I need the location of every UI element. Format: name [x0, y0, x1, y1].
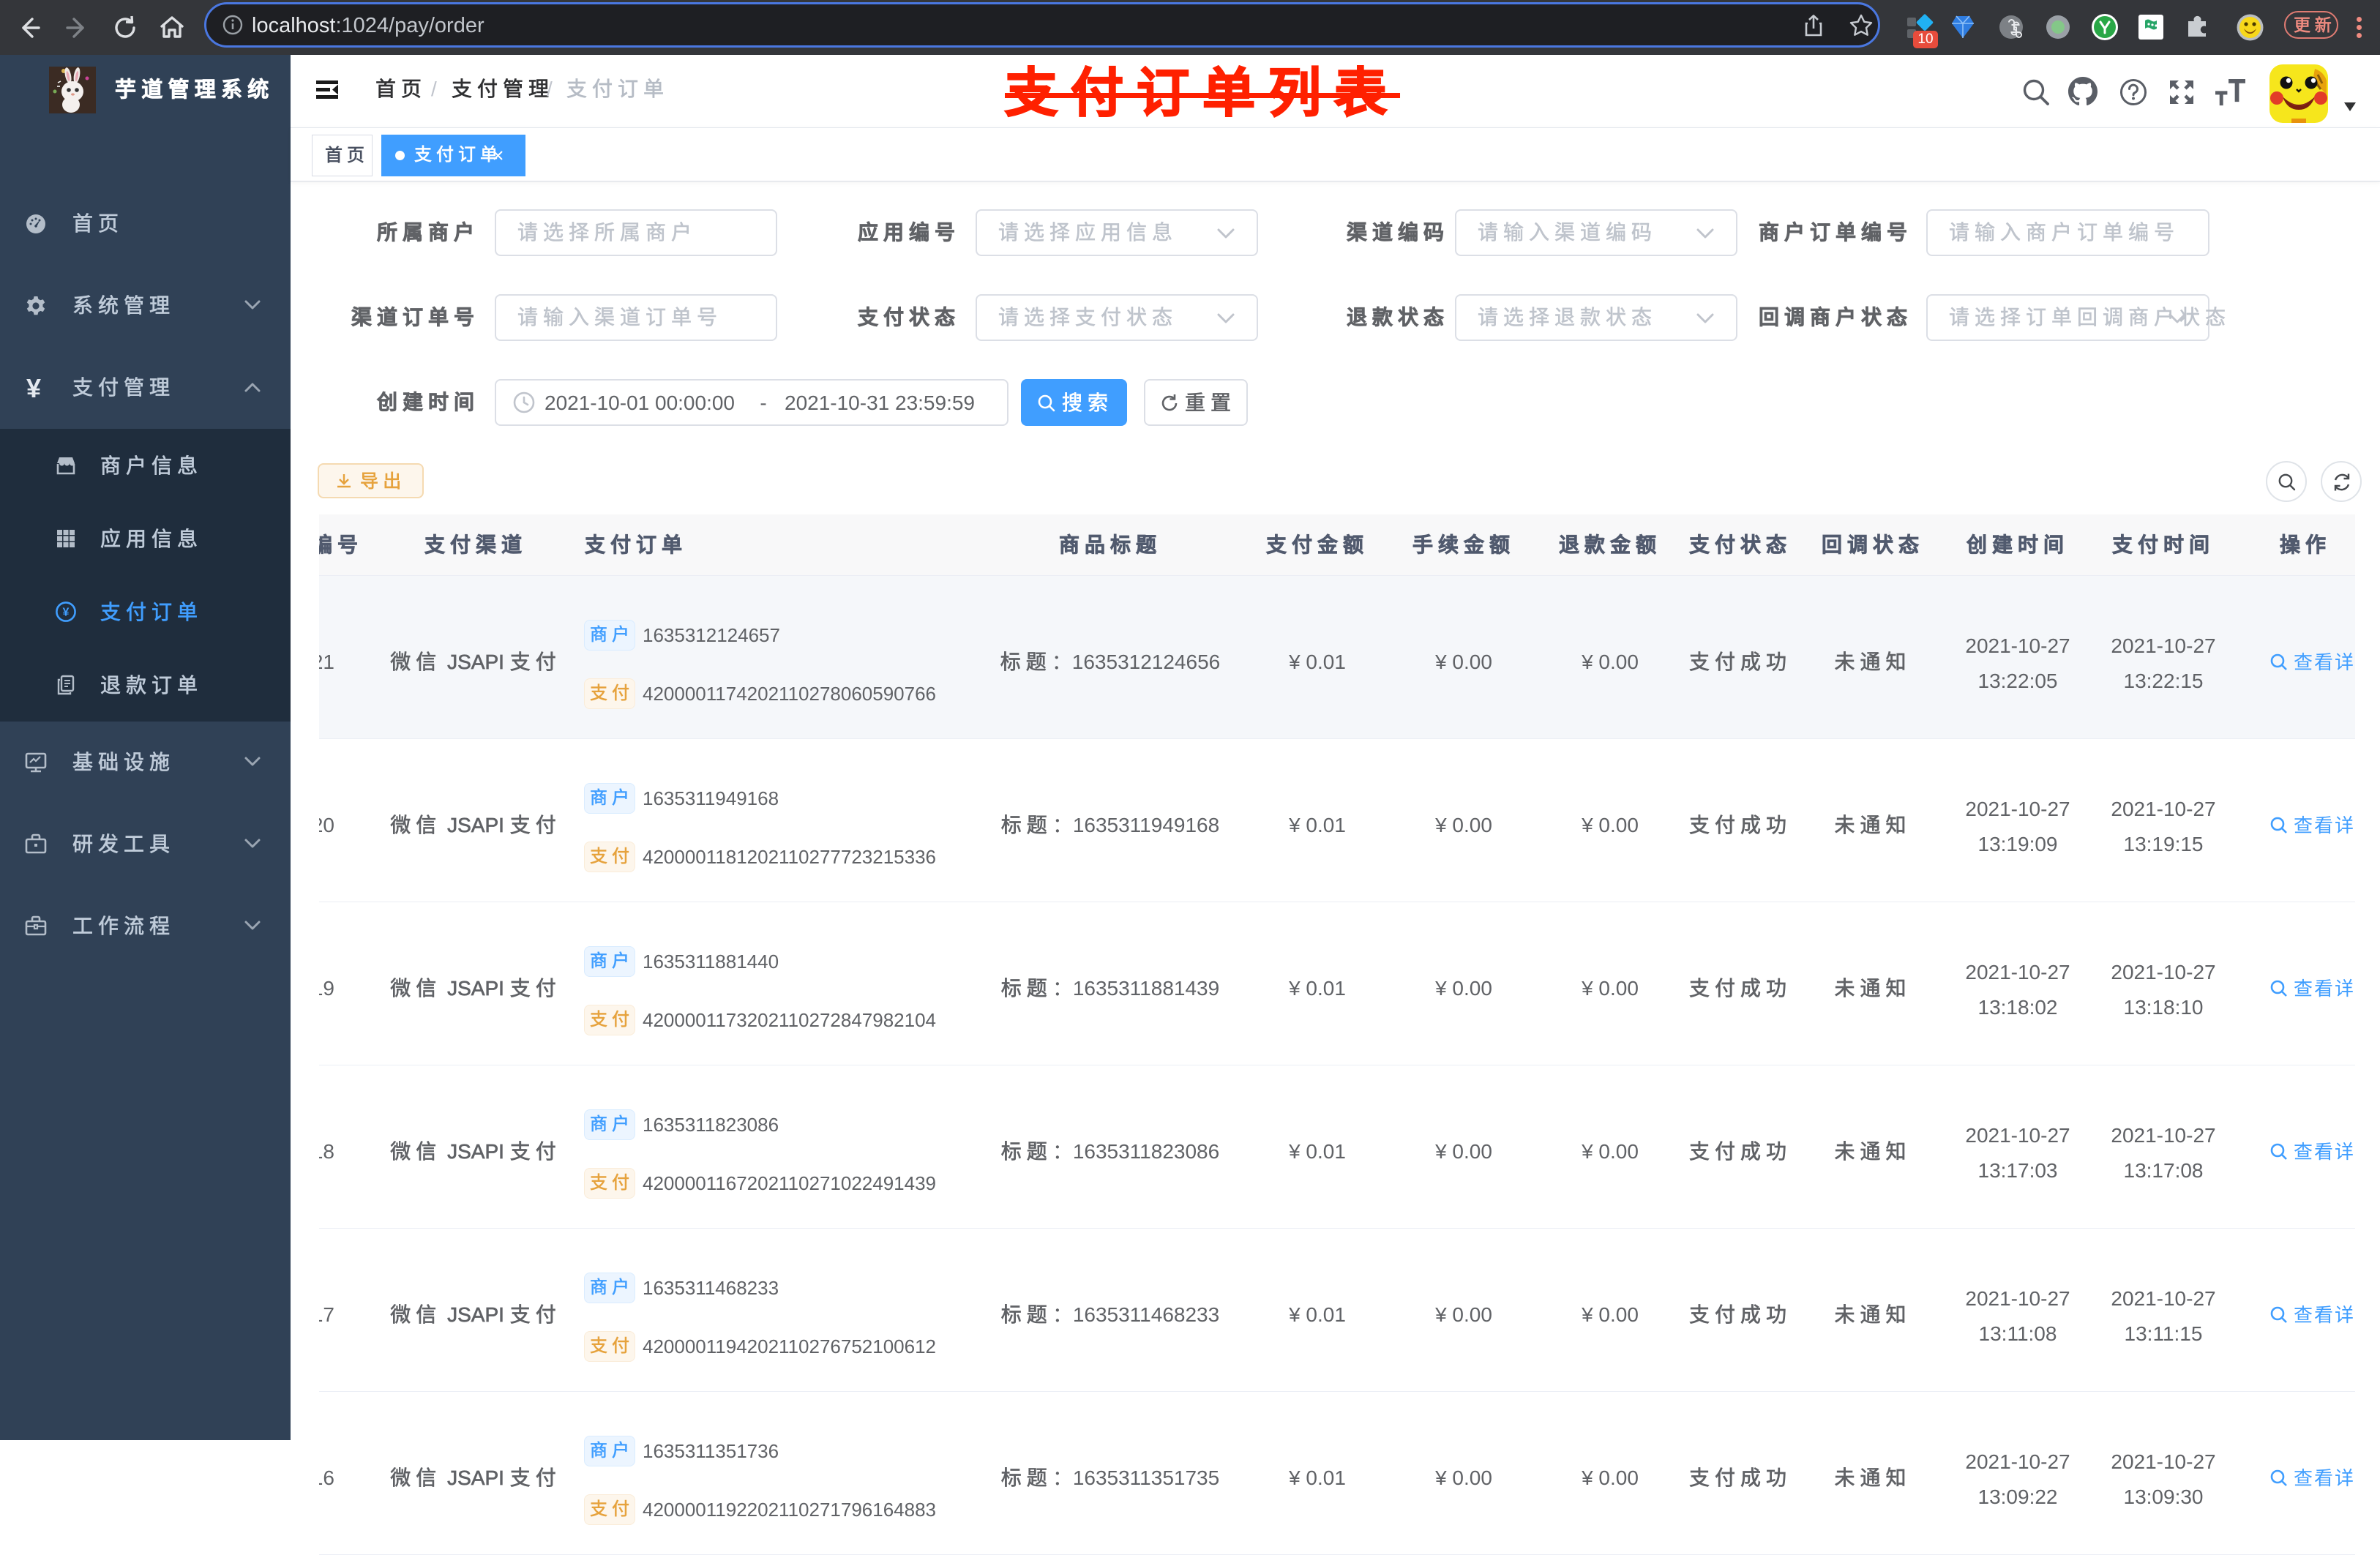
svg-text:¥: ¥ [63, 607, 70, 619]
